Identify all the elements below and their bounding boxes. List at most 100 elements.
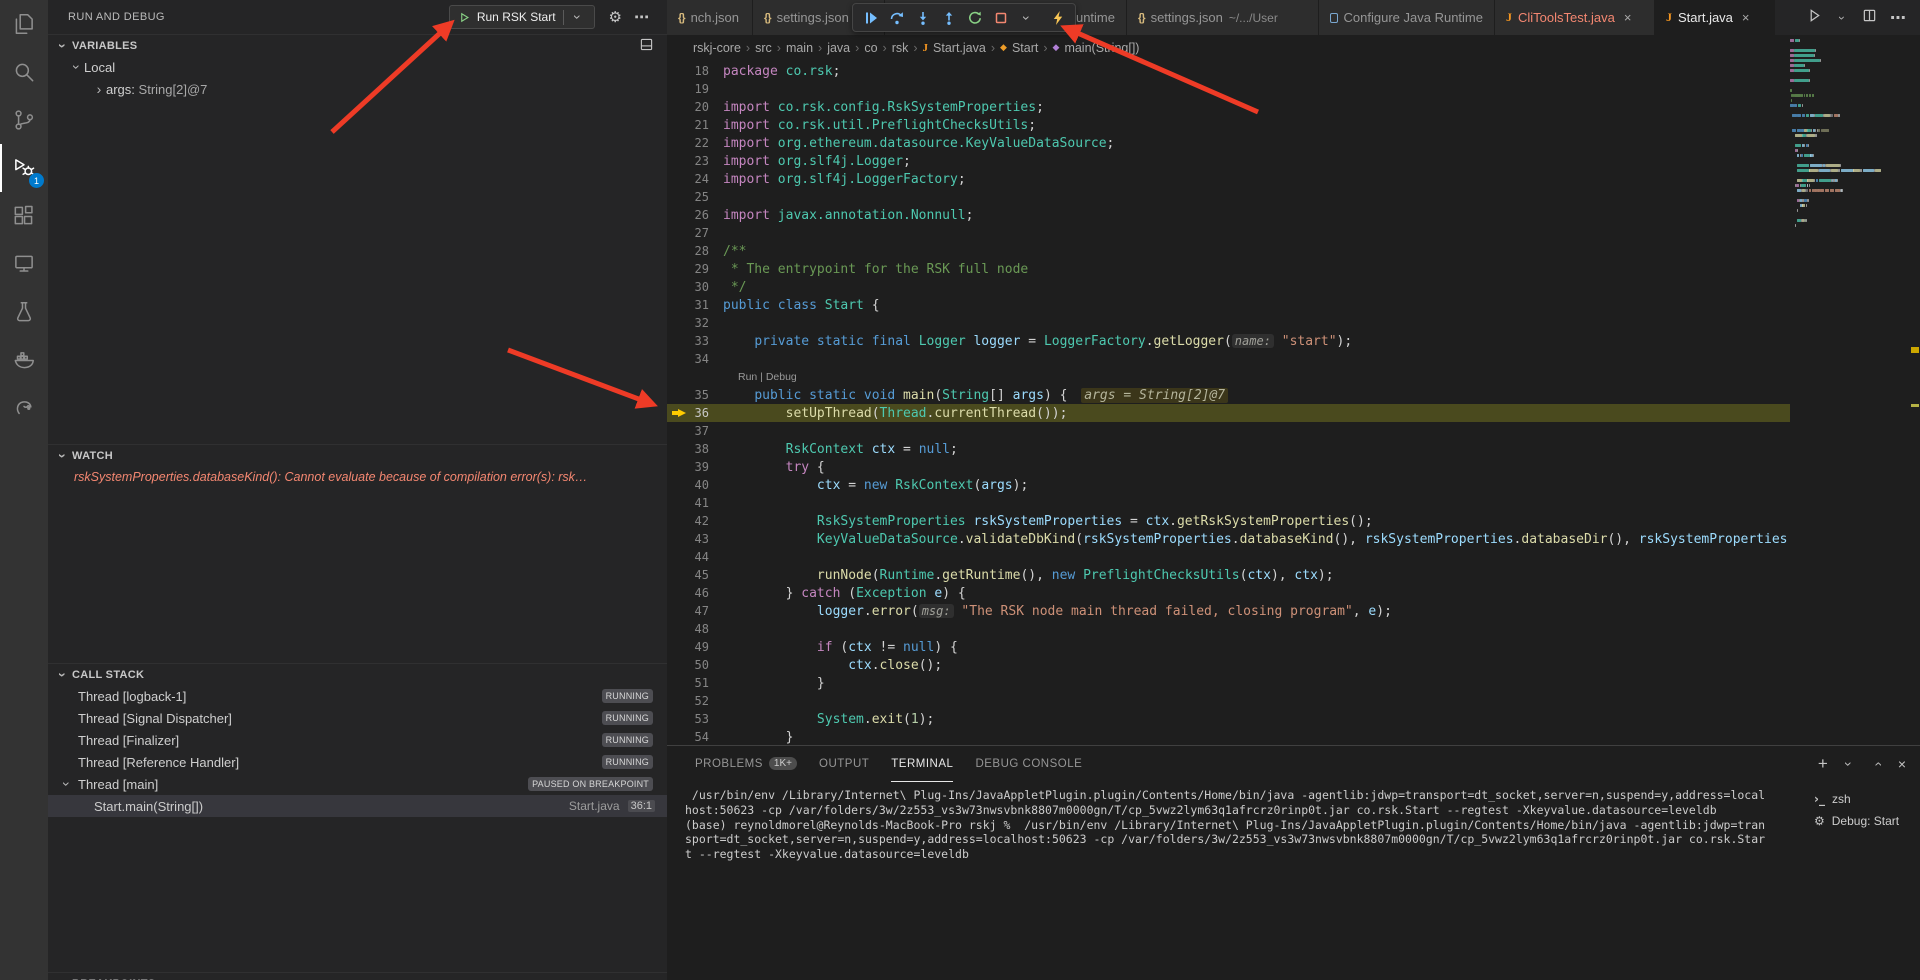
line-number[interactable]: 38 xyxy=(667,440,723,458)
code-line[interactable]: 28/** xyxy=(667,242,1790,260)
code-line[interactable]: 54 } xyxy=(667,728,1790,746)
code-line[interactable]: 26import javax.annotation.Nonnull; xyxy=(667,206,1790,224)
line-number[interactable]: 33 xyxy=(667,332,723,350)
search-icon[interactable] xyxy=(0,48,48,96)
line-number[interactable]: 48 xyxy=(667,620,723,638)
split-editor-icon[interactable] xyxy=(1862,8,1877,28)
line-number[interactable]: 19 xyxy=(667,80,723,98)
remote-explorer-icon[interactable] xyxy=(0,240,48,288)
panel-tab-output[interactable]: OUTPUT xyxy=(819,746,869,782)
code-line[interactable]: 19 xyxy=(667,80,1790,98)
line-number[interactable]: 27 xyxy=(667,224,723,242)
panel-tab-debug-console[interactable]: DEBUG CONSOLE xyxy=(975,746,1082,782)
call-stack-header[interactable]: › CALL STACK xyxy=(48,663,667,685)
code-line[interactable]: 23import org.slf4j.Logger; xyxy=(667,152,1790,170)
code-line[interactable]: 48 xyxy=(667,620,1790,638)
code-line[interactable]: 22import org.ethereum.datasource.KeyValu… xyxy=(667,134,1790,152)
code-line[interactable]: 37 xyxy=(667,422,1790,440)
thread-row[interactable]: Thread [Reference Handler]RUNNING xyxy=(48,751,667,773)
line-number[interactable]: 41 xyxy=(667,494,723,512)
line-number[interactable]: 53 xyxy=(667,710,723,728)
code-line[interactable]: 21import co.rsk.util.PreflightChecksUtil… xyxy=(667,116,1790,134)
code-line[interactable]: 29 * The entrypoint for the RSK full nod… xyxy=(667,260,1790,278)
code-line[interactable]: 31public class Start { xyxy=(667,296,1790,314)
maximize-panel-icon[interactable]: › xyxy=(1870,757,1884,771)
continue-button[interactable] xyxy=(859,6,882,29)
gradle-icon[interactable] xyxy=(0,384,48,432)
code-line[interactable]: 36 setUpThread(Thread.currentThread()); xyxy=(667,404,1790,422)
terminal-session-debug-start[interactable]: ⚙Debug: Start xyxy=(1806,810,1920,832)
line-number[interactable]: 32 xyxy=(667,314,723,332)
run-and-debug-icon[interactable]: 1 xyxy=(0,144,48,192)
thread-row[interactable]: ›Thread [main]PAUSED ON BREAKPOINT xyxy=(48,773,667,795)
code-line[interactable]: 30 */ xyxy=(667,278,1790,296)
scope-local[interactable]: › Local xyxy=(48,56,667,78)
line-number[interactable]: 29 xyxy=(667,260,723,278)
line-number[interactable]: 42 xyxy=(667,512,723,530)
code-line[interactable]: 27 xyxy=(667,224,1790,242)
panel-dropdown-icon[interactable]: › xyxy=(1842,757,1856,771)
thread-row[interactable]: Thread [Finalizer]RUNNING xyxy=(48,729,667,751)
code-line[interactable]: 44 xyxy=(667,548,1790,566)
code-line[interactable]: 33 private static final Logger logger = … xyxy=(667,332,1790,350)
line-number[interactable]: 21 xyxy=(667,116,723,134)
code-line[interactable]: 42 RskSystemProperties rskSystemProperti… xyxy=(667,512,1790,530)
line-number[interactable]: 34 xyxy=(667,350,723,368)
line-number[interactable]: 18 xyxy=(667,62,723,80)
line-number[interactable]: 43 xyxy=(667,530,723,548)
line-number[interactable]: 47 xyxy=(667,602,723,620)
variables-header[interactable]: › VARIABLES xyxy=(48,34,667,56)
source-control-icon[interactable] xyxy=(0,96,48,144)
breadcrumb-item[interactable]: co xyxy=(864,41,877,55)
line-number[interactable]: 31 xyxy=(667,296,723,314)
panel-tab-problems[interactable]: PROBLEMS1K+ xyxy=(695,746,797,782)
code-line[interactable]: 24import org.slf4j.LoggerFactory; xyxy=(667,170,1790,188)
breadcrumb-item[interactable]: rsk xyxy=(892,41,909,55)
breadcrumb-symbol[interactable]: main(String[]) xyxy=(1064,41,1139,55)
tab-start-java[interactable]: JStart.java× xyxy=(1655,0,1775,35)
breadcrumb-item[interactable]: rskj-core xyxy=(693,41,741,55)
line-number[interactable]: 46 xyxy=(667,584,723,602)
testing-icon[interactable] xyxy=(0,288,48,336)
collapse-all-icon[interactable] xyxy=(640,38,653,54)
code-editor[interactable]: 18package co.rsk;1920import co.rsk.confi… xyxy=(667,60,1790,746)
line-number[interactable]: 50 xyxy=(667,656,723,674)
docker-icon[interactable] xyxy=(0,336,48,384)
minimap[interactable] xyxy=(1790,38,1908,278)
watch-header[interactable]: › WATCH xyxy=(48,444,667,466)
new-terminal-icon[interactable]: + xyxy=(1818,754,1828,774)
code-line[interactable]: 18package co.rsk; xyxy=(667,62,1790,80)
run-dropdown-icon[interactable]: › xyxy=(1836,11,1848,25)
breakpoints-header[interactable]: › BREAKPOINTS xyxy=(48,972,667,980)
breadcrumb-symbol[interactable]: Start xyxy=(1012,41,1038,55)
editor-more-actions-icon[interactable]: ⋯ xyxy=(1890,8,1906,27)
code-line[interactable]: 35 public static void main(String[] args… xyxy=(667,386,1790,404)
code-line[interactable]: 43 KeyValueDataSource.validateDbKind(rsk… xyxy=(667,530,1790,548)
debug-more-icon[interactable]: › xyxy=(1015,6,1038,29)
tab-nch-json[interactable]: {}nch.json xyxy=(667,0,753,35)
code-line[interactable]: 45 runNode(Runtime.getRuntime(), new Pre… xyxy=(667,566,1790,584)
tab-clitoolstest-java[interactable]: JCliToolsTest.java× xyxy=(1495,0,1655,35)
terminal-session-zsh[interactable]: ›_zsh xyxy=(1806,788,1920,810)
explorer-icon[interactable] xyxy=(0,0,48,48)
line-number[interactable]: 20 xyxy=(667,98,723,116)
gear-icon[interactable]: ⚙ xyxy=(609,8,622,26)
run-java-icon[interactable] xyxy=(1807,8,1822,28)
line-number[interactable]: 30 xyxy=(667,278,723,296)
line-number[interactable]: 23 xyxy=(667,152,723,170)
line-number[interactable]: 24 xyxy=(667,170,723,188)
breadcrumb-file[interactable]: Start.java xyxy=(933,41,986,55)
line-number[interactable]: 40 xyxy=(667,476,723,494)
code-line[interactable]: 53 System.exit(1); xyxy=(667,710,1790,728)
line-number[interactable]: 52 xyxy=(667,692,723,710)
launch-config-picker[interactable]: Run RSK Start › xyxy=(449,5,595,29)
close-icon[interactable]: × xyxy=(1742,10,1750,25)
close-icon[interactable]: × xyxy=(1624,10,1632,25)
thread-row[interactable]: Thread [logback-1]RUNNING xyxy=(48,685,667,707)
code-line[interactable]: 25 xyxy=(667,188,1790,206)
line-number[interactable]: 39 xyxy=(667,458,723,476)
code-line[interactable]: 51 } xyxy=(667,674,1790,692)
line-number[interactable]: 28 xyxy=(667,242,723,260)
extensions-icon[interactable] xyxy=(0,192,48,240)
hot-code-replace-icon[interactable] xyxy=(1046,6,1069,29)
